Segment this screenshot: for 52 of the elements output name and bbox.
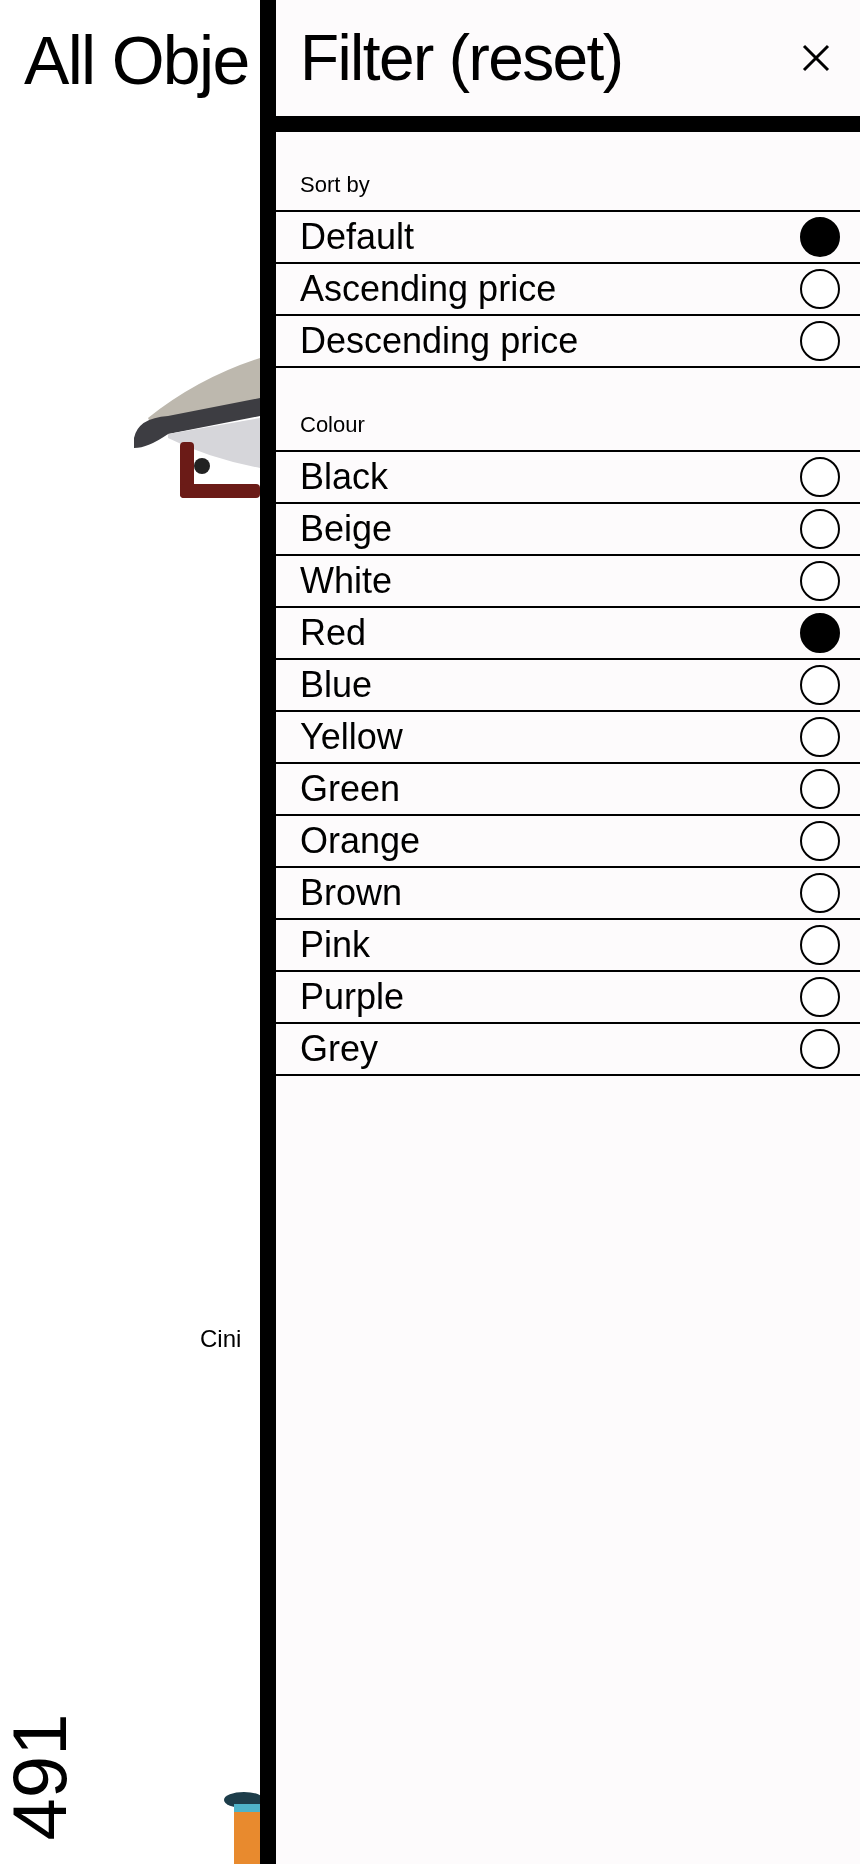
page-title: All Obje bbox=[23, 21, 250, 98]
option-row[interactable]: Orange bbox=[276, 816, 860, 868]
radio-button[interactable] bbox=[800, 613, 840, 653]
option-label: Beige bbox=[300, 509, 393, 549]
option-row[interactable]: Brown bbox=[276, 868, 860, 920]
option-row[interactable]: Beige bbox=[276, 504, 860, 556]
option-row[interactable]: Blue bbox=[276, 660, 860, 712]
radio-button[interactable] bbox=[800, 217, 840, 257]
radio-button[interactable] bbox=[800, 665, 840, 705]
option-label: Yellow bbox=[300, 717, 403, 757]
option-row[interactable]: Grey bbox=[276, 1024, 860, 1076]
radio-button[interactable] bbox=[800, 925, 840, 965]
radio-button[interactable] bbox=[800, 269, 840, 309]
option-label: Black bbox=[300, 457, 389, 497]
close-icon bbox=[801, 43, 831, 73]
option-label: Grey bbox=[300, 1029, 378, 1069]
option-label: Descending price bbox=[300, 321, 579, 361]
option-row[interactable]: Purple bbox=[276, 972, 860, 1024]
option-row[interactable]: Default bbox=[276, 212, 860, 264]
option-row[interactable]: Ascending price bbox=[276, 264, 860, 316]
option-row[interactable]: White bbox=[276, 556, 860, 608]
radio-button[interactable] bbox=[800, 821, 840, 861]
radio-button[interactable] bbox=[800, 1029, 840, 1069]
option-label: Blue bbox=[300, 665, 373, 705]
option-label: Orange bbox=[300, 821, 421, 861]
option-row[interactable]: Yellow bbox=[276, 712, 860, 764]
item-count: 491 bbox=[0, 1713, 80, 1841]
option-label: Pink bbox=[300, 925, 371, 965]
option-label: Brown bbox=[300, 873, 403, 913]
option-row[interactable]: Red bbox=[276, 608, 860, 660]
radio-button[interactable] bbox=[800, 457, 840, 497]
section-label: Sort by bbox=[299, 172, 371, 199]
radio-button[interactable] bbox=[800, 873, 840, 913]
radio-button[interactable] bbox=[800, 509, 840, 549]
product-caption: Cini bbox=[200, 1324, 243, 1354]
option-row[interactable]: Descending price bbox=[276, 316, 860, 368]
radio-button[interactable] bbox=[800, 977, 840, 1017]
option-row[interactable]: Green bbox=[276, 764, 860, 816]
option-row[interactable]: Pink bbox=[276, 920, 860, 972]
option-label: White bbox=[300, 561, 393, 601]
radio-button[interactable] bbox=[800, 321, 840, 361]
panel-title: Filter (reset) bbox=[300, 22, 623, 94]
radio-button[interactable] bbox=[800, 717, 840, 757]
option-label: Ascending price bbox=[300, 269, 557, 309]
radio-button[interactable] bbox=[800, 769, 840, 809]
option-label: Green bbox=[300, 769, 401, 809]
section-label: Colour bbox=[299, 412, 366, 439]
option-label: Red bbox=[300, 613, 367, 653]
option-row[interactable]: Black bbox=[276, 452, 860, 504]
radio-button[interactable] bbox=[800, 561, 840, 601]
option-label: Purple bbox=[300, 977, 405, 1017]
option-label: Default bbox=[300, 217, 415, 257]
